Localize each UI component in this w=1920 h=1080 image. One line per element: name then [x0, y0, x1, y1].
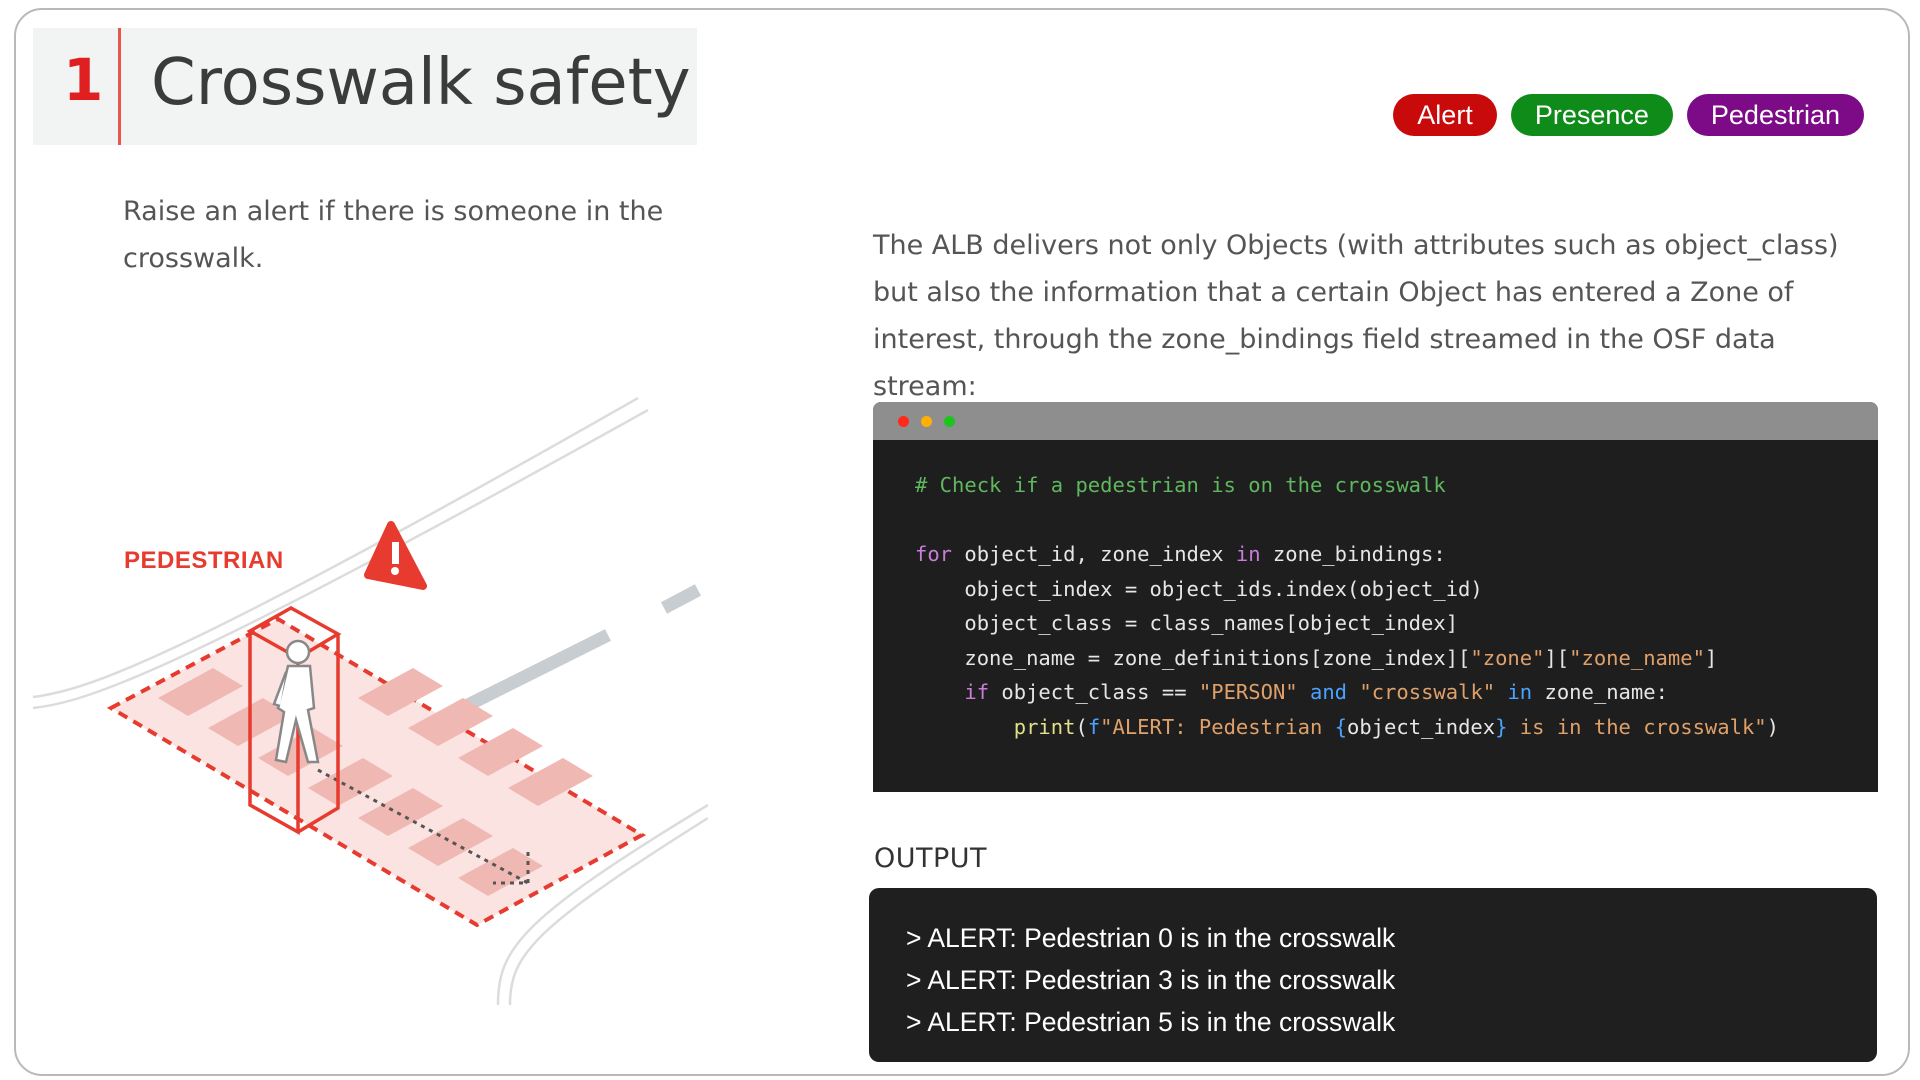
- output-line: > ALERT: Pedestrian 0 is in the crosswal…: [906, 923, 1396, 953]
- warning-icon: [364, 521, 427, 590]
- use-case-description: Raise an alert if there is someone in th…: [123, 196, 664, 274]
- pedestrian-label: PEDESTRIAN: [124, 547, 284, 574]
- lane-markings: [465, 584, 702, 711]
- output-line: > ALERT: Pedestrian 3 is in the crosswal…: [906, 965, 1396, 995]
- tag-list: Alert Presence Pedestrian: [1393, 94, 1864, 136]
- page-title: Crosswalk safety: [151, 46, 691, 120]
- code-window-titlebar: [873, 402, 1878, 440]
- code-line-4: zone_name = zone_definitions[zone_index]…: [915, 645, 1718, 670]
- code-body: # Check if a pedestrian is on the crossw…: [873, 440, 1878, 744]
- section-number: 1: [63, 46, 104, 114]
- output-console: > ALERT: Pedestrian 0 is in the crosswal…: [869, 888, 1877, 1062]
- minimize-dot-icon[interactable]: [921, 416, 932, 427]
- code-line-6: print(f"ALERT: Pedestrian {object_index}…: [1013, 714, 1779, 739]
- tag-alert: Alert: [1393, 94, 1497, 136]
- code-line-3: object_class = class_names[object_index]: [915, 611, 1459, 635]
- code-line-1: for object_id, zone_index in zone_bindin…: [915, 542, 1446, 566]
- maximize-dot-icon[interactable]: [944, 416, 955, 427]
- output-label: OUTPUT: [874, 843, 988, 874]
- output-line: > ALERT: Pedestrian 5 is in the crosswal…: [906, 1007, 1396, 1037]
- tag-presence: Presence: [1510, 94, 1673, 136]
- explanation-text: The ALB delivers not only Objects (with …: [873, 230, 1839, 402]
- code-line-5: if object_class == "PERSON" and "crosswa…: [964, 680, 1668, 704]
- code-line-comment: # Check if a pedestrian is on the crossw…: [915, 473, 1446, 497]
- title-block: 1 Crosswalk safety: [33, 28, 697, 145]
- tag-pedestrian: Pedestrian: [1686, 94, 1864, 136]
- close-dot-icon[interactable]: [898, 416, 909, 427]
- code-window: # Check if a pedestrian is on the crossw…: [873, 402, 1878, 792]
- title-divider: [118, 28, 121, 145]
- code-line-2: object_index = object_ids.index(object_i…: [915, 576, 1483, 601]
- crosswalk-illustration: [32, 396, 708, 1006]
